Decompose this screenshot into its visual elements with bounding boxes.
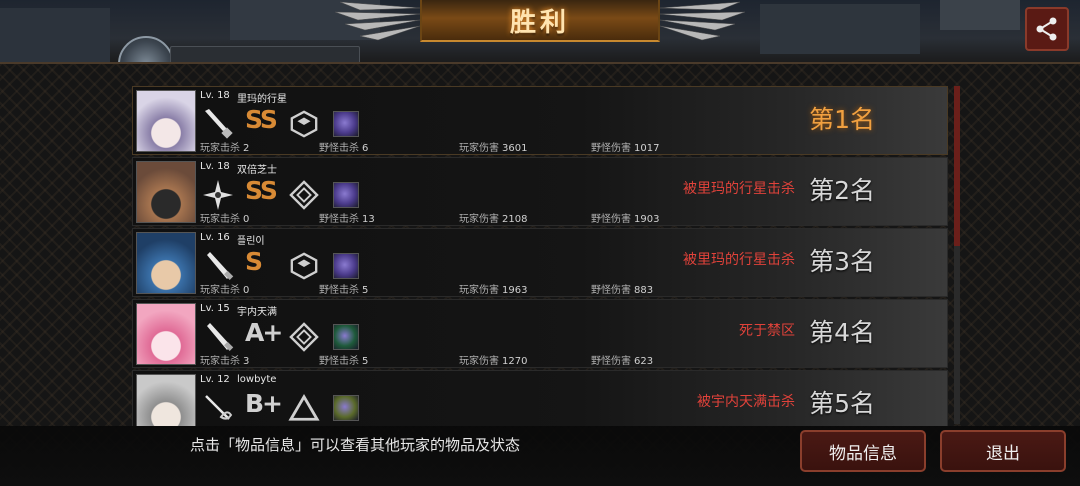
player-avatar	[136, 303, 196, 365]
player-level: Lv. 18	[200, 90, 230, 101]
grade-badge: S	[245, 247, 263, 276]
left-wing-ornament	[334, 1, 420, 41]
player-results-list[interactable]: Lv. 18 里玛的行星 SS 玩家击杀 2 野怪击杀 6 玩家伤害 3601 野怪伤害 1017 第…	[132, 86, 948, 426]
player-avatar	[136, 232, 196, 294]
stat-player-damage: 玩家伤害 2108	[459, 214, 528, 225]
companion-icon	[333, 111, 359, 137]
stat-monster-damage: 野怪伤害 1017	[591, 143, 660, 154]
stat-monster-damage: 野怪伤害 883	[591, 285, 654, 296]
stat-player-kills: 玩家击杀 0	[200, 285, 250, 296]
player-row[interactable]: Lv. 15 宇内天满 A+ 玩家击杀 3 野怪击杀 5 玩家伤害 1270 野怪伤害 623 死于禁…	[132, 299, 948, 368]
player-avatar	[136, 161, 196, 223]
grade-badge: SS	[245, 176, 278, 205]
rank-label: 第4名	[809, 318, 875, 347]
stat-monster-kills: 野怪击杀 5	[319, 285, 369, 296]
death-cause: 被宇内天满击杀	[697, 394, 795, 410]
death-cause: 被里玛的行星击杀	[683, 252, 795, 268]
player-level: Lv. 18	[200, 161, 230, 172]
stat-monster-kills: 野怪击杀 6	[319, 143, 369, 154]
player-avatar	[136, 374, 196, 426]
knife-icon	[205, 109, 233, 139]
grade-badge: B+	[245, 389, 283, 418]
companion-icon	[333, 395, 359, 421]
rank-label: 第5名	[809, 389, 875, 418]
stat-player-damage: 玩家伤害 1963	[459, 285, 528, 296]
grade-badge: SS	[245, 105, 278, 134]
stat-player-kills: 玩家击杀 0	[200, 214, 250, 225]
rank-label: 第3名	[809, 247, 875, 276]
hint-text: 点击「物品信息」可以查看其他玩家的物品及状态	[190, 436, 521, 454]
bat-icon	[207, 252, 234, 280]
companion-icon	[333, 253, 359, 279]
share-button[interactable]	[1025, 7, 1069, 51]
stat-player-damage: 玩家伤害 1270	[459, 356, 528, 367]
stat-player-kills: 玩家击杀 3	[200, 356, 250, 367]
death-cause: 死于禁区	[739, 323, 795, 339]
victory-banner: 胜利	[420, 0, 660, 42]
player-row[interactable]: Lv. 16 플린이 S 玩家击杀 0 野怪击杀 5 玩家伤害 1963 野怪伤害 883 被里玛的行…	[132, 228, 948, 297]
stat-monster-kills: 野怪击杀 13	[319, 214, 375, 225]
tier-emblem-icon	[288, 393, 320, 421]
right-wing-ornament	[660, 1, 746, 41]
rank-label: 第2名	[809, 176, 875, 205]
tier-emblem-icon	[290, 110, 318, 138]
grade-badge: A+	[245, 318, 283, 347]
rank-label: 第1名	[809, 105, 875, 134]
page-title: 胜利	[509, 7, 570, 38]
tier-emblem-icon	[289, 180, 319, 210]
companion-icon	[333, 324, 359, 350]
bat-icon	[207, 323, 234, 351]
exit-button[interactable]: 退出	[940, 430, 1066, 472]
stat-monster-kills: 野怪击杀 5	[319, 356, 369, 367]
tier-emblem-icon	[289, 322, 319, 352]
player-name: 플린이	[237, 236, 265, 247]
player-name: 双倍芝士	[237, 165, 277, 176]
player-level: Lv. 12	[200, 374, 230, 385]
player-level: Lv. 15	[200, 303, 230, 314]
player-name: lowbyte	[237, 374, 277, 385]
stat-monster-damage: 野怪伤害 623	[591, 356, 654, 367]
stat-monster-damage: 野怪伤害 1903	[591, 214, 660, 225]
player-name: 宇内天满	[237, 307, 277, 318]
item-info-button[interactable]: 物品信息	[800, 430, 926, 472]
player-avatar	[136, 90, 196, 152]
player-row[interactable]: Lv. 12lowbyteB+玩家击杀野怪击杀玩家伤害野怪伤害被宇内天满击杀第5…	[132, 370, 948, 426]
scrollbar[interactable]	[954, 86, 960, 424]
stat-player-kills: 玩家击杀 2	[200, 143, 250, 154]
companion-icon	[333, 182, 359, 208]
rapier-icon	[205, 395, 233, 420]
share-icon	[1036, 17, 1057, 41]
tier-emblem-icon	[290, 252, 318, 280]
player-level: Lv. 16	[200, 232, 230, 243]
player-row[interactable]: Lv. 18 双倍芝士 SS 玩家击杀 0 野怪击杀 13 玩家伤害 2108 野怪伤害 1903 被…	[132, 157, 948, 226]
scrollbar-thumb[interactable]	[954, 86, 960, 246]
stat-player-damage: 玩家伤害 3601	[459, 143, 528, 154]
shuriken-icon	[203, 180, 233, 210]
player-name: 里玛的行星	[237, 94, 287, 105]
player-row[interactable]: Lv. 18 里玛的行星 SS 玩家击杀 2 野怪击杀 6 玩家伤害 3601 野怪伤害 1017 第…	[132, 86, 948, 155]
death-cause: 被里玛的行星击杀	[683, 181, 795, 197]
